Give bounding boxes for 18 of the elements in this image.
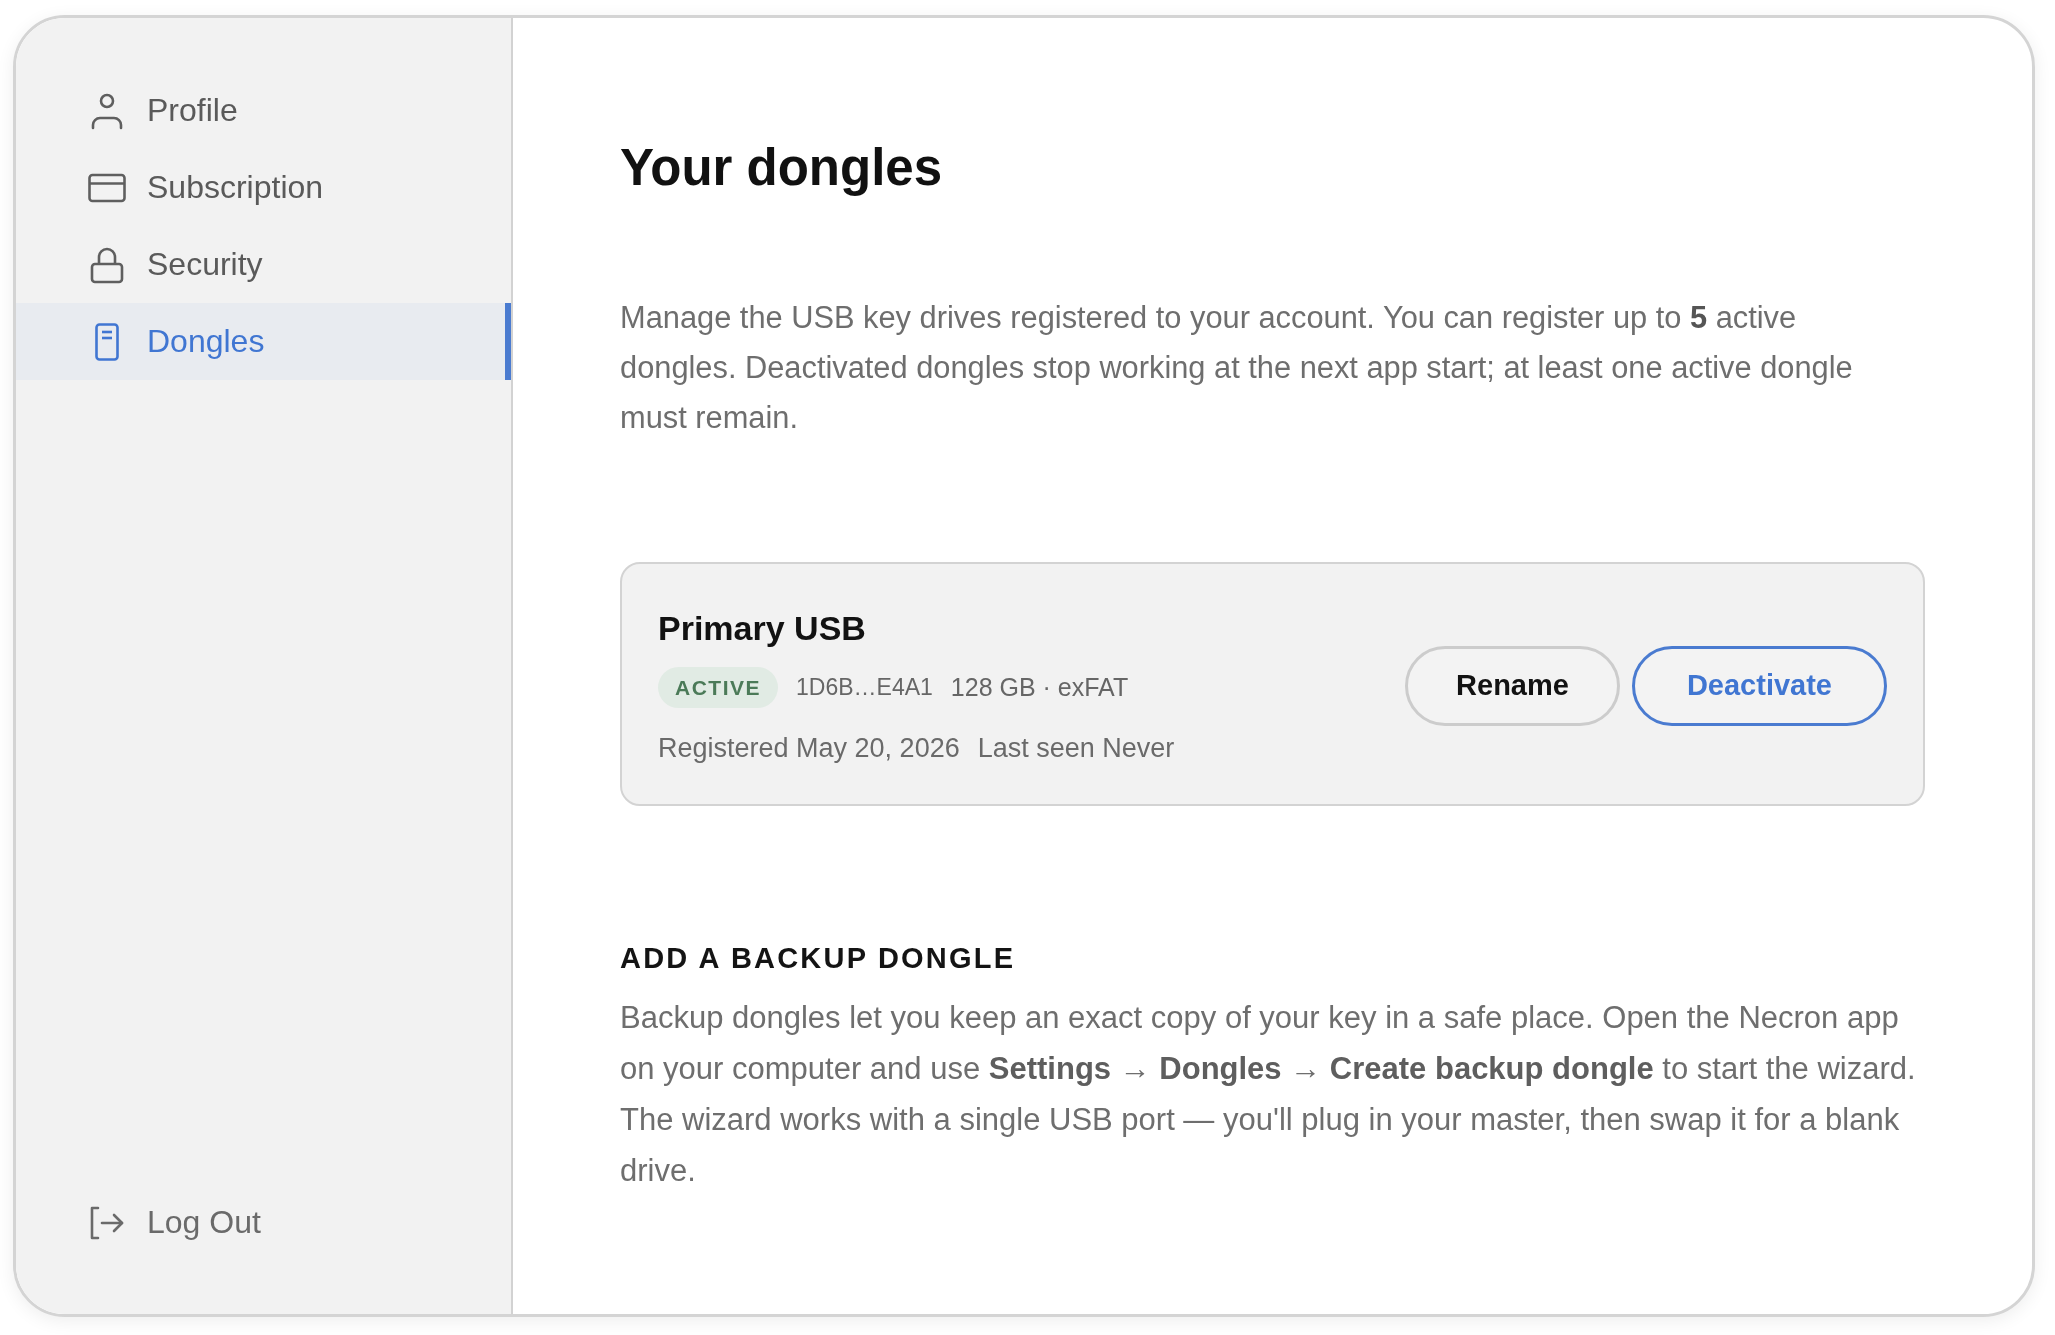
last-seen-text: Last seen Never xyxy=(977,732,1175,764)
description-text: Manage the USB key drives registered to your account. You can register up to 5 active dongles. Deactivated dongles stop working at the next app start; at least one active dongle must remain. xyxy=(620,299,1854,437)
deactivate-button[interactable]: Deactivate xyxy=(1631,645,1887,726)
section-heading: ADD A BACKUP DONGLE xyxy=(620,941,1017,976)
page-title: Your dongles xyxy=(620,138,944,198)
sidebar-item[interactable]: Dongles xyxy=(16,303,511,380)
rename-button[interactable]: Rename xyxy=(1405,645,1620,726)
sidebar-item[interactable]: Security xyxy=(16,226,511,303)
sidebar-item[interactable]: Profile xyxy=(16,72,511,149)
sidebar-item[interactable]: Subscription xyxy=(16,149,511,226)
backup-instructions: Backup dongles let you keep an exact copy of your key in a safe place. Open the Necron app on your computer and use Settings → Dongles → Create backup dongle to start the wizard. The wizard works with a single USB port — you'll plug in your master, then swap it for a blank drive. xyxy=(620,999,1917,1190)
dongle-name: Primary USB xyxy=(658,608,867,649)
logout-button[interactable]: Log Out xyxy=(16,1184,511,1261)
status-badge: ACTIVE xyxy=(658,667,778,708)
lock-icon xyxy=(88,245,126,284)
serial-number: 1D6B…E4A1 xyxy=(796,674,933,701)
drive-details: 128 GB · exFAT xyxy=(950,673,1129,702)
registered-date: Registered May 20, 2026 xyxy=(658,732,960,764)
